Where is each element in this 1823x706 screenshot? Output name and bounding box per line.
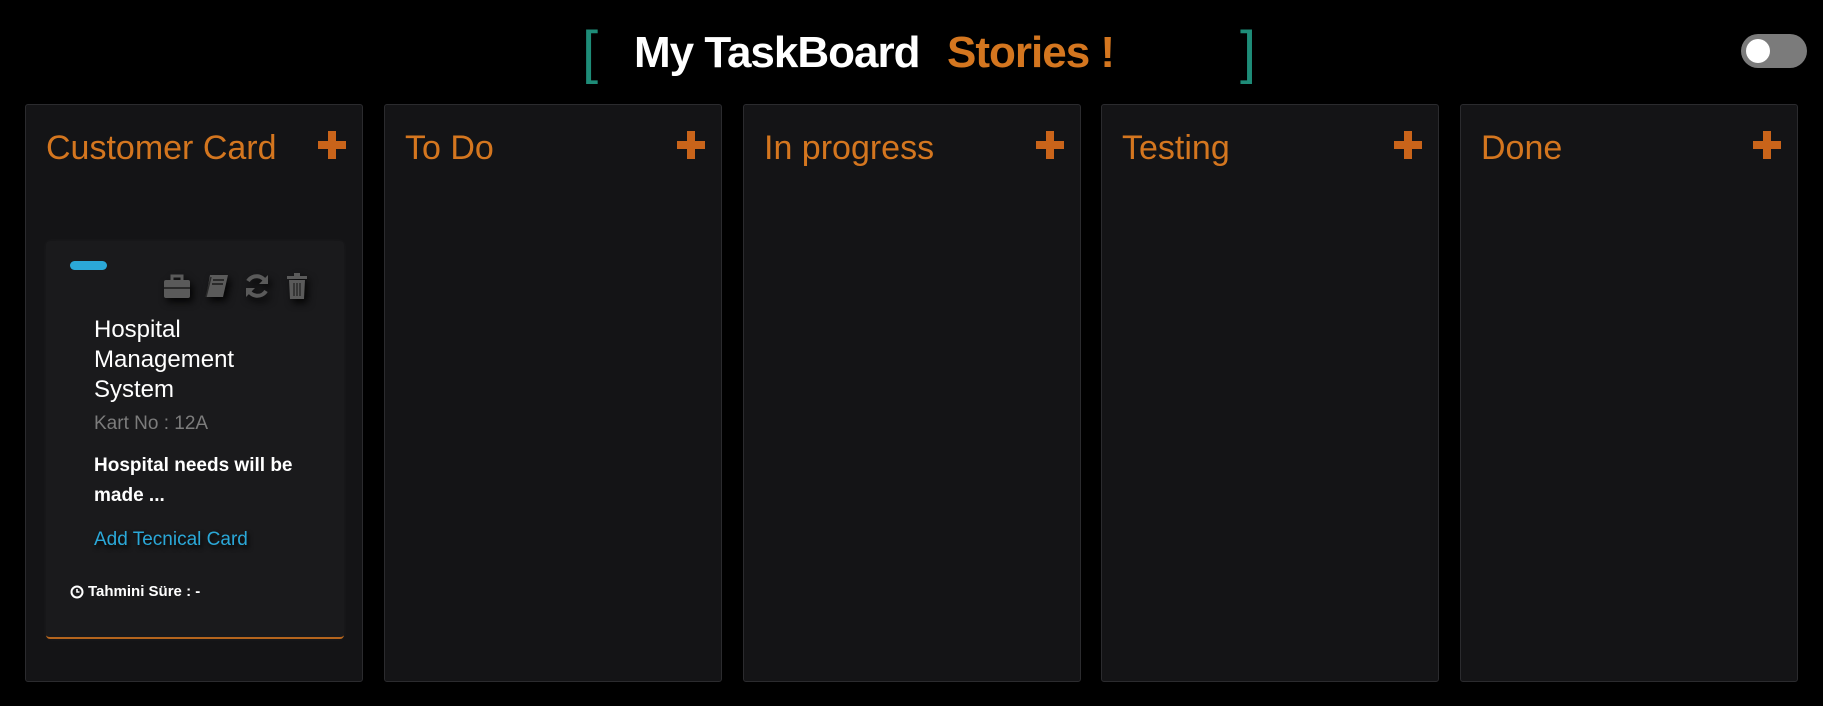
add-technical-card-link[interactable]: Add Tecnical Card xyxy=(94,529,248,551)
task-card[interactable]: Hospital Management System Kart No : 12A… xyxy=(46,241,344,639)
column-title: Testing xyxy=(1122,129,1230,167)
card-tag xyxy=(70,261,107,270)
plus-icon[interactable] xyxy=(1036,131,1064,159)
page-title: My TaskBoard xyxy=(634,28,920,77)
header-bracket-left: [ xyxy=(582,20,599,85)
refresh-icon[interactable] xyxy=(242,271,272,301)
column-in-progress: In progress xyxy=(743,104,1081,682)
plus-icon[interactable] xyxy=(1753,131,1781,159)
card-actions xyxy=(162,271,312,301)
plus-icon[interactable] xyxy=(677,131,705,159)
plus-icon[interactable] xyxy=(318,131,346,159)
trash-icon[interactable] xyxy=(282,271,312,301)
header-bracket-right: ] xyxy=(1240,20,1257,85)
column-title: Customer Card xyxy=(46,129,277,167)
column-customer-card: Customer Card Hospital Management System… xyxy=(25,104,363,682)
page-subtitle: Stories ! xyxy=(947,28,1115,77)
card-estimate-label: Tahmini Süre : - xyxy=(88,583,201,600)
card-description: Hospital needs will be made ... xyxy=(94,455,293,506)
card-title: Hospital Management System xyxy=(94,316,235,403)
book-icon[interactable] xyxy=(202,271,232,301)
toggle-knob xyxy=(1746,39,1770,63)
column-to-do: To Do xyxy=(384,104,722,682)
card-estimate: Tahmini Süre : - xyxy=(70,583,200,600)
plus-icon[interactable] xyxy=(1394,131,1422,159)
column-testing: Testing xyxy=(1101,104,1439,682)
theme-toggle[interactable] xyxy=(1741,34,1807,68)
briefcase-icon[interactable] xyxy=(162,271,192,301)
column-title: To Do xyxy=(405,129,494,167)
column-title: Done xyxy=(1481,129,1563,167)
page-header: [ My TaskBoard Stories ! ] xyxy=(0,20,1823,86)
clock-icon xyxy=(70,585,84,598)
column-done: Done xyxy=(1460,104,1798,682)
column-title: In progress xyxy=(764,129,935,167)
card-number: Kart No : 12A xyxy=(94,413,209,434)
